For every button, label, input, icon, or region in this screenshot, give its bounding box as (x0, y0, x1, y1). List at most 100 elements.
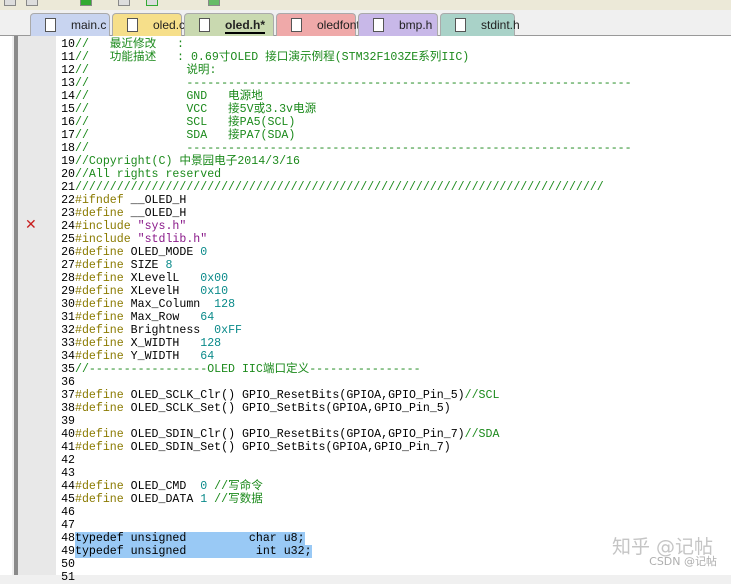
preprocessor-keyword: #define (75, 285, 131, 298)
tab-label: main.c (71, 18, 107, 32)
toolbar-button[interactable] (4, 0, 16, 6)
comment: // GND 电源地 (75, 90, 263, 103)
tab-oledfont-h[interactable]: oledfont.h (276, 13, 370, 36)
code-line[interactable]: 27#define SIZE 8 (58, 259, 632, 272)
code-token: X_WIDTH (130, 337, 201, 350)
code-line[interactable]: 43 (58, 467, 632, 480)
file-icon (45, 18, 56, 32)
code-line[interactable]: 29#define XLevelH 0x10 (58, 285, 632, 298)
code-line[interactable]: 14// GND 电源地 (58, 90, 632, 103)
code-line[interactable]: 36 (58, 376, 632, 389)
code-line[interactable]: 19//Copyright(C) 中景园电子2014/3/16 (58, 155, 632, 168)
code-line[interactable]: 42 (58, 454, 632, 467)
code-line[interactable]: 44#define OLED_CMD 0 //写命令 (58, 480, 632, 493)
code-line[interactable]: 37#define OLED_SCLK_Clr() GPIO_ResetBits… (58, 389, 632, 402)
preprocessor-keyword: #define (75, 493, 131, 506)
comment: ////////////////////////////////////////… (75, 181, 604, 194)
line-number: 23 (61, 207, 75, 220)
preprocessor-keyword: #define (75, 350, 131, 363)
line-number: 35 (61, 363, 75, 376)
toolbar-button[interactable] (208, 0, 220, 6)
error-marker-icon[interactable]: ✕ (25, 218, 37, 232)
code-line[interactable]: 46 (58, 506, 632, 519)
code-line[interactable]: 33#define X_WIDTH 128 (58, 337, 632, 350)
code-line[interactable]: 12// 说明: (58, 64, 632, 77)
code-line[interactable]: 32#define Brightness 0xFF (58, 324, 632, 337)
line-number: 27 (61, 259, 75, 272)
code-line[interactable]: 47 (58, 519, 632, 532)
line-number: 16 (61, 116, 75, 129)
code-line[interactable]: 11// 功能描述 : 0.69寸OLED 接口演示例程(STM32F103ZE… (58, 51, 632, 64)
code-line[interactable]: 22#ifndef __OLED_H (58, 194, 632, 207)
code-line[interactable]: 13// -----------------------------------… (58, 77, 632, 90)
preprocessor-keyword: #define (75, 311, 131, 324)
code-line[interactable]: 30#define Max_Column 128 (58, 298, 632, 311)
string-literal: "stdlib.h" (137, 233, 208, 246)
code-line[interactable]: 40#define OLED_SDIN_Clr() GPIO_ResetBits… (58, 428, 632, 441)
code-line[interactable]: 20//All rights reserved (58, 168, 632, 181)
code-token: OLED_SCLK_Clr() GPIO_ResetBits(GPIOA,GPI… (130, 389, 465, 402)
tab-stdint-h[interactable]: stdint.h (440, 13, 520, 36)
code-line[interactable]: 41#define OLED_SDIN_Set() GPIO_SetBits(G… (58, 441, 632, 454)
line-number: 51 (61, 571, 75, 584)
number-literal: 0x10 (200, 285, 229, 298)
line-text: #ifndef __OLED_H (75, 194, 186, 207)
code-line[interactable]: 50 (58, 558, 632, 571)
file-tab-bar: main.c oled.c oled.h* oledfont.h bmp.h stdint… (0, 10, 731, 36)
code-token: XLevelH (130, 285, 201, 298)
toolbar-button[interactable] (80, 0, 92, 6)
code-line[interactable]: 26#define OLED_MODE 0 (58, 246, 632, 259)
line-text: // GND 电源地 (75, 90, 263, 103)
line-number: 24 (61, 220, 75, 233)
code-line[interactable]: 45#define OLED_DATA 1 //写数据 (58, 493, 632, 506)
toolbar-button[interactable] (146, 0, 158, 6)
comment: //写数据 (214, 493, 263, 506)
code-token: OLED_SDIN_Clr() GPIO_ResetBits(GPIOA,GPI… (130, 428, 465, 441)
preprocessor-keyword: #define (75, 298, 131, 311)
code-line[interactable]: 16// SCL 接PA5(SCL) (58, 116, 632, 129)
code-line[interactable]: 21//////////////////////////////////////… (58, 181, 632, 194)
tab-oled-h[interactable]: oled.h* (184, 13, 274, 36)
code-line[interactable]: 38#define OLED_SCLK_Set() GPIO_SetBits(G… (58, 402, 632, 415)
code-line[interactable]: 39 (58, 415, 632, 428)
tab-bmp-h[interactable]: bmp.h (358, 13, 438, 36)
line-text: #define OLED_DATA 1 //写数据 (75, 493, 263, 506)
toolbar-button[interactable] (118, 0, 130, 6)
code-line[interactable]: 35//-----------------OLED IIC端口定义-------… (58, 363, 632, 376)
tab-oled-c[interactable]: oled.c (112, 13, 186, 36)
code-editor[interactable]: 10// 最近修改 :11// 功能描述 : 0.69寸OLED 接口演示例程(… (14, 36, 731, 584)
code-line[interactable]: 15// VCC 接5V或3.3v电源 (58, 103, 632, 116)
code-line[interactable]: 25#include "stdlib.h" (58, 233, 632, 246)
file-icon (455, 18, 466, 32)
line-number: 19 (61, 155, 75, 168)
code-line[interactable]: 23#define __OLED_H (58, 207, 632, 220)
line-number: 22 (61, 194, 75, 207)
code-token: OLED_SDIN_Set() GPIO_SetBits(GPIOA,GPIO_… (130, 441, 451, 454)
line-number: 25 (61, 233, 75, 246)
code-line[interactable]: 10// 最近修改 : (58, 38, 632, 51)
code-token: Brightness (130, 324, 215, 337)
code-lines[interactable]: 10// 最近修改 :11// 功能描述 : 0.69寸OLED 接口演示例程(… (25, 38, 632, 584)
code-line[interactable]: 24#include "sys.h" ✕ (25, 218, 632, 233)
toolbar-button[interactable] (26, 0, 38, 6)
code-line[interactable]: 18// -----------------------------------… (58, 142, 632, 155)
preprocessor-keyword: #include (75, 233, 138, 246)
code-line[interactable]: 48typedef unsigned char u8; (58, 532, 632, 545)
code-line[interactable]: 17// SDA 接PA7(SDA) (58, 129, 632, 142)
code-line[interactable]: 51 (58, 571, 632, 584)
code-line[interactable]: 34#define Y_WIDTH 64 (58, 350, 632, 363)
number-literal: 8 (165, 259, 173, 272)
code-line[interactable]: 49typedef unsigned int u32; (58, 545, 632, 558)
code-line[interactable]: 31#define Max_Row 64 (58, 311, 632, 324)
code-line[interactable]: 28#define XLevelL 0x00 (58, 272, 632, 285)
line-number: 10 (61, 38, 75, 51)
preprocessor-keyword: #define (75, 480, 131, 493)
line-number: 41 (61, 441, 75, 454)
line-number: 34 (61, 350, 75, 363)
preprocessor-keyword: #define (75, 207, 131, 220)
tab-label: stdint.h (481, 18, 520, 32)
tab-main-c[interactable]: main.c (30, 13, 110, 36)
number-literal: 0 (200, 480, 215, 493)
tab-label: oled.c (153, 18, 186, 32)
code-token: OLED_SCLK_Set() GPIO_SetBits(GPIOA,GPIO_… (130, 402, 451, 415)
